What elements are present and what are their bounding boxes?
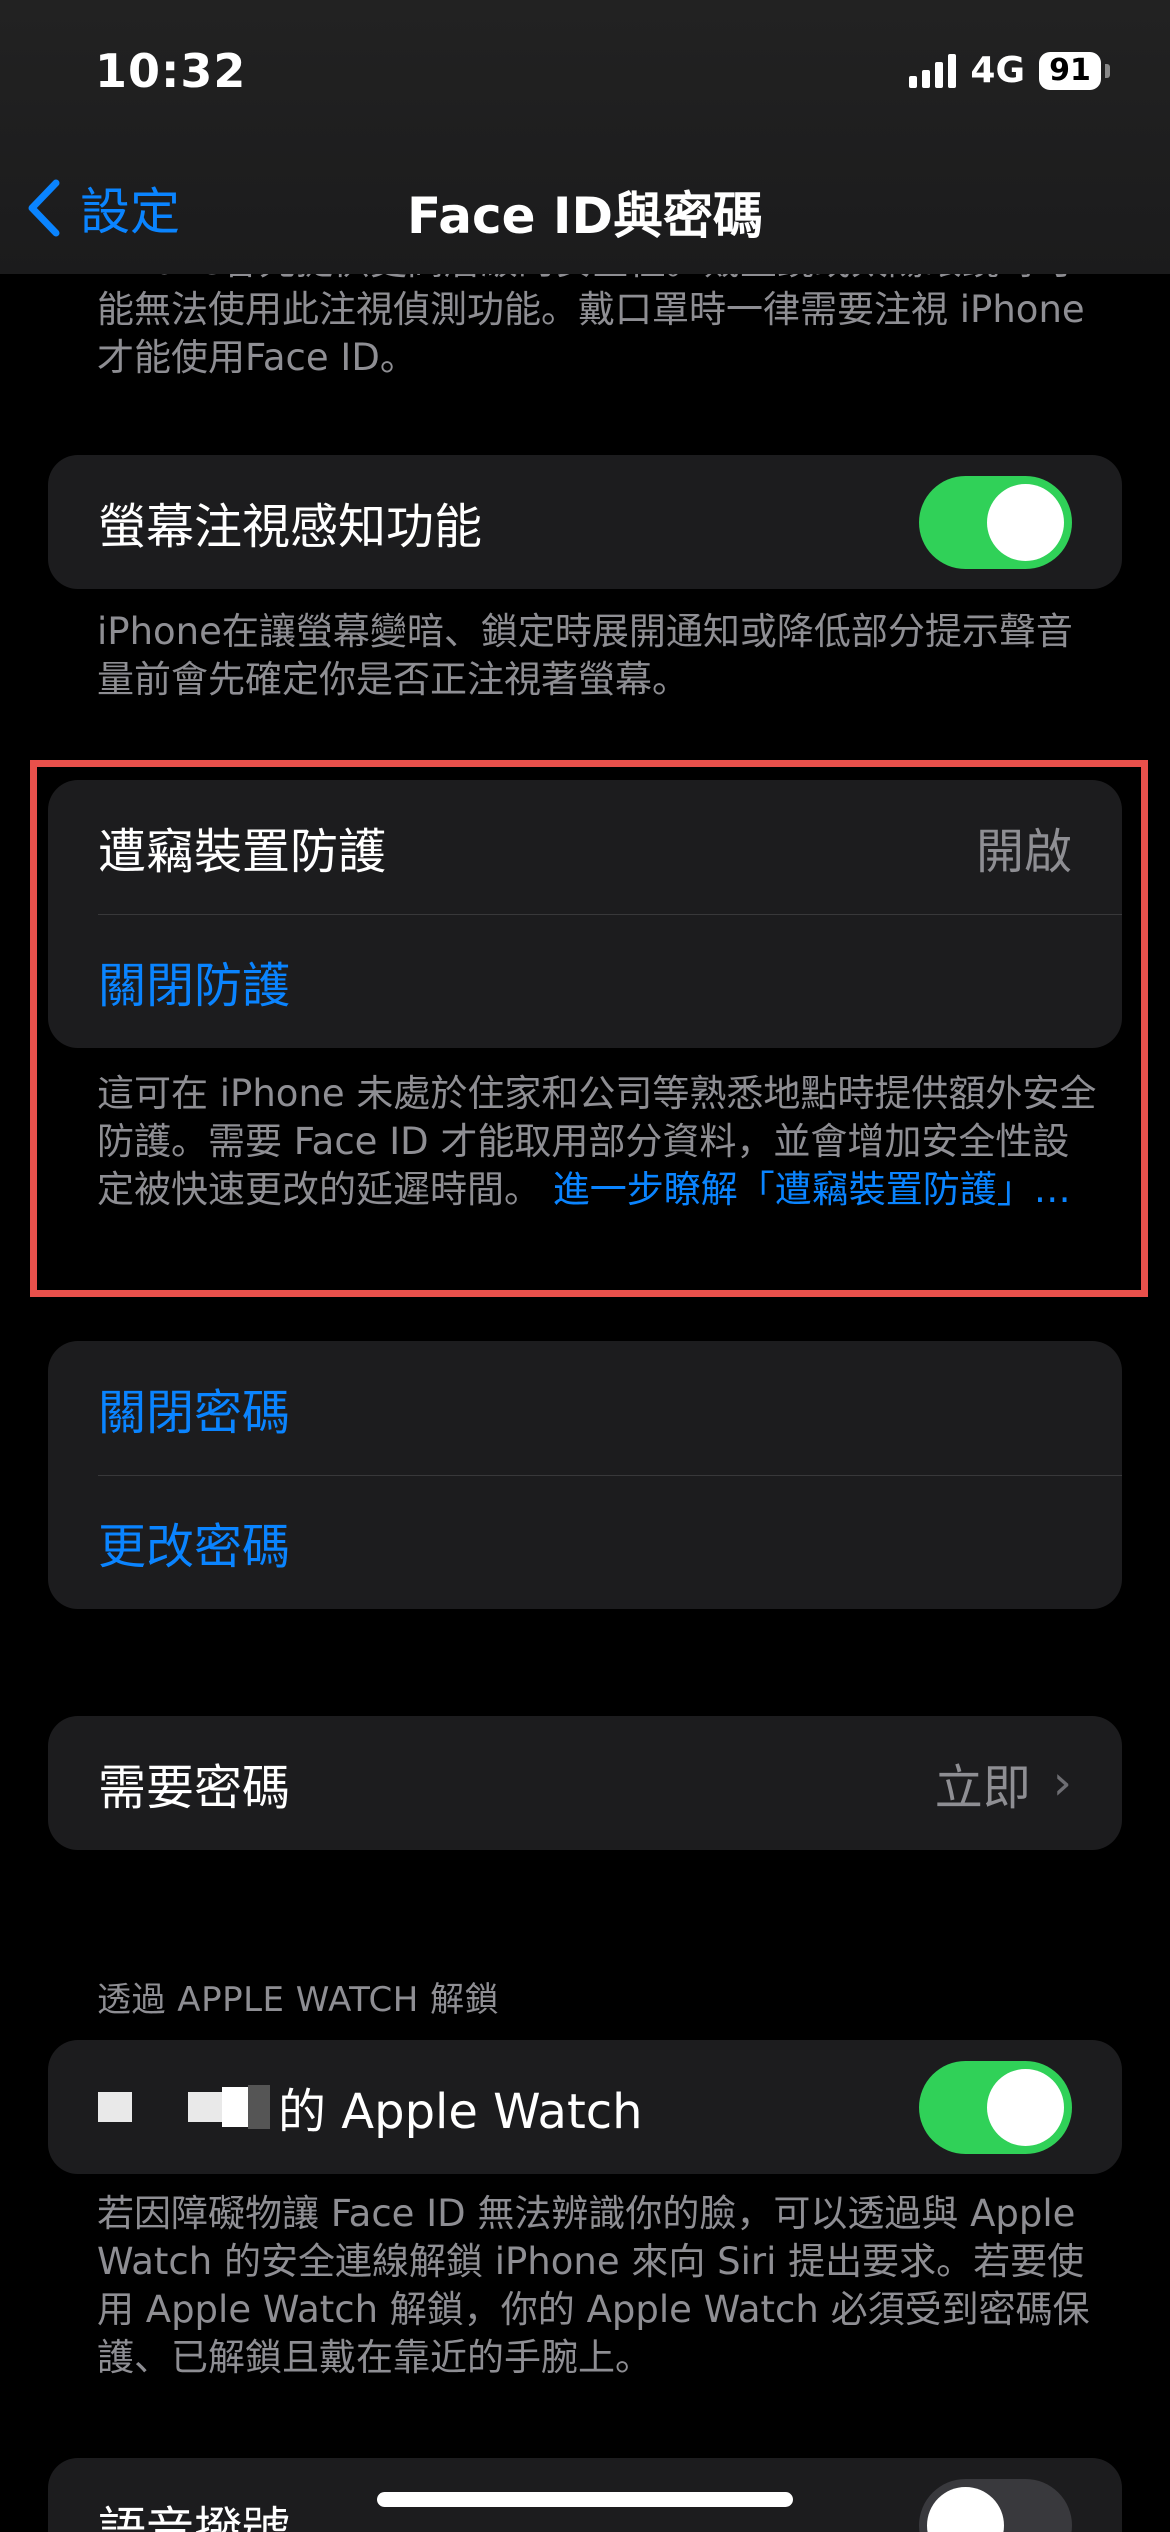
attention-aware-label: 螢幕注視感知功能: [98, 499, 483, 555]
change-passcode-label: 更改密碼: [98, 1519, 291, 1575]
require-passcode-value: 立即: [934, 1760, 1031, 1816]
change-passcode-button[interactable]: 更改密碼: [48, 1475, 1122, 1609]
require-passcode-group: 需要密碼 立即 ›: [48, 1716, 1122, 1850]
toggle-knob: [987, 2068, 1064, 2146]
apple-watch-group: 的 Apple Watch: [48, 2040, 1122, 2174]
apple-watch-device-name: 的 Apple Watch: [98, 2072, 919, 2142]
status-indicators: 4G 91: [909, 50, 1110, 91]
attention-aware-row: 螢幕注視感知功能: [48, 455, 1122, 589]
require-passcode-row[interactable]: 需要密碼 立即 ›: [48, 1716, 1122, 1850]
navigation-bar: 10:32 4G 91 設定 Face ID與密碼: [0, 0, 1170, 274]
highlight-annotation-box: [30, 760, 1148, 1297]
page-title: Face ID與密碼: [406, 187, 764, 245]
apple-watch-section-header: 透過 APPLE WATCH 解鎖: [97, 1980, 500, 2020]
apple-watch-unlock-toggle[interactable]: [919, 2060, 1072, 2154]
redacted-owner-name: [98, 2085, 270, 2129]
passcode-actions-group: 關閉密碼 更改密碼: [48, 1341, 1122, 1609]
attention-aware-toggle[interactable]: [919, 475, 1072, 569]
cellular-signal-icon: [909, 53, 957, 88]
battery-icon: 91: [1039, 51, 1101, 90]
toggle-knob: [987, 483, 1064, 561]
battery-cap: [1105, 63, 1110, 78]
apple-watch-footnote: 若因障礙物讓 Face ID 無法辨識你的臉，可以透過與 Apple Watch…: [97, 2192, 1090, 2379]
apple-watch-label: 的 Apple Watch: [278, 2084, 643, 2140]
turn-off-passcode-button[interactable]: 關閉密碼: [48, 1341, 1122, 1475]
chevron-right-icon: ›: [1052, 1755, 1072, 1811]
toggle-knob: [927, 2486, 1004, 2532]
status-time: 10:32: [95, 44, 247, 98]
apple-watch-row: 的 Apple Watch: [48, 2040, 1122, 2174]
attention-aware-group: 螢幕注視感知功能: [48, 455, 1122, 589]
voice-dial-toggle[interactable]: [919, 2478, 1072, 2532]
turn-off-passcode-label: 關閉密碼: [98, 1385, 291, 1441]
network-type: 4G: [970, 50, 1025, 91]
require-passcode-label: 需要密碼: [98, 1760, 291, 1816]
attention-aware-footnote: iPhone在讓螢幕變暗、鎖定時展開通知或降低部分提示聲音量前會先確定你是否正注…: [97, 610, 1073, 701]
home-indicator[interactable]: [377, 2492, 793, 2507]
